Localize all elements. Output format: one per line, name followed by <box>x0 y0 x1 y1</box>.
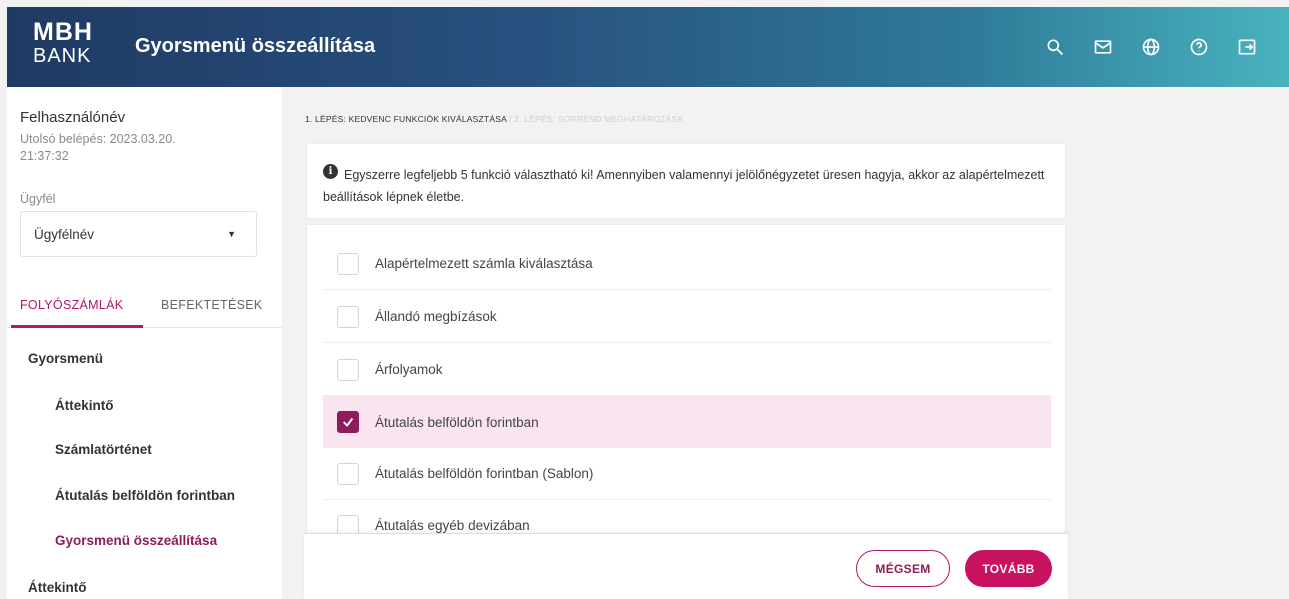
checkbox[interactable] <box>337 358 359 381</box>
checkbox[interactable] <box>337 252 359 275</box>
client-select[interactable]: Ügyfélnév ▼ <box>20 211 257 257</box>
last-login: Utolsó belépés: 2023.03.20. 21:37:32 <box>20 132 176 163</box>
option-label: Átutalás belföldön forintban <box>375 414 539 430</box>
menu-item-attekinto[interactable]: Áttekintő <box>55 398 114 413</box>
list-item[interactable]: Átutalás belföldön forintban (Sablon) <box>323 448 1051 500</box>
option-label: Átutalás egyéb devizában <box>375 518 530 533</box>
account-tabs: FOLYÓSZÁMLÁK BEFEKTETÉSEK <box>7 286 282 328</box>
option-label: Átutalás belföldön forintban (Sablon) <box>375 466 594 481</box>
menu-item-atutalas[interactable]: Átutalás belföldön forintban <box>55 488 235 503</box>
checkbox-checked[interactable] <box>337 411 359 433</box>
top-header: MBH BANK Gyorsmenü összeállítása <box>7 7 1289 87</box>
breadcrumb: 1. LÉPÉS: KEDVENC FUNKCIÓK KIVÁLASZTÁSA … <box>305 114 683 124</box>
action-footer: MÉGSEM TOVÁBB <box>304 533 1068 599</box>
list-item-selected[interactable]: Átutalás belföldön forintban <box>323 396 1051 448</box>
next-button[interactable]: TOVÁBB <box>965 550 1052 587</box>
list-item[interactable]: Alapértelmezett számla kiválasztása <box>323 238 1051 290</box>
help-icon[interactable] <box>1187 35 1211 59</box>
mail-icon[interactable] <box>1091 35 1115 59</box>
caret-down-icon: ▼ <box>227 229 236 239</box>
globe-icon[interactable] <box>1139 35 1163 59</box>
list-item[interactable]: Árfolyamok <box>323 344 1051 396</box>
client-label: Ügyfél <box>20 192 56 206</box>
checkbox[interactable] <box>337 305 359 328</box>
user-name: Felhasználónév <box>20 109 126 126</box>
option-label: Alapértelmezett számla kiválasztása <box>375 256 593 271</box>
search-icon[interactable] <box>1043 35 1067 59</box>
cancel-button[interactable]: MÉGSEM <box>856 550 950 587</box>
logo-top: MBH <box>33 18 93 46</box>
tab-befektetesek[interactable]: BEFEKTETÉSEK <box>161 298 263 312</box>
checkmark-icon <box>342 417 354 427</box>
breadcrumb-step1: 1. LÉPÉS: KEDVENC FUNKCIÓK KIVÁLASZTÁSA <box>305 114 507 124</box>
header-actions <box>1043 35 1259 59</box>
option-label: Állandó megbízások <box>375 309 497 324</box>
sidebar: Felhasználónév Utolsó belépés: 2023.03.2… <box>7 87 282 599</box>
page-title: Gyorsmenü összeállítása <box>135 35 376 57</box>
menu-section-attekinto[interactable]: Áttekintő <box>28 580 87 595</box>
menu-item-szamlatortenet[interactable]: Számlatörténet <box>55 442 152 457</box>
active-tab-indicator <box>11 325 143 328</box>
logout-icon[interactable] <box>1235 35 1259 59</box>
option-label: Árfolyamok <box>375 362 443 377</box>
mbh-bank-logo[interactable]: MBH BANK <box>33 19 103 75</box>
tab-folyoszamlak[interactable]: FOLYÓSZÁMLÁK <box>20 298 123 312</box>
breadcrumb-step2: / 2. LÉPÉS: SORREND MEGHATÁROZÁSA <box>509 114 684 124</box>
client-select-value: Ügyfélnév <box>34 226 95 242</box>
function-list: Alapértelmezett számla kiválasztása Álla… <box>306 224 1066 544</box>
info-text: Egyszerre legfeljebb 5 funkció választha… <box>323 168 1045 204</box>
menu-section-gyorsmenu[interactable]: Gyorsmenü <box>28 351 103 366</box>
menu-item-gyorsmenu-osszeallitasa[interactable]: Gyorsmenü összeállítása <box>55 533 217 548</box>
info-box: i Egyszerre legfeljebb 5 funkció választ… <box>306 143 1066 219</box>
checkbox[interactable] <box>337 462 359 485</box>
logo-bottom: BANK <box>33 45 92 67</box>
list-item[interactable]: Állandó megbízások <box>323 291 1051 343</box>
